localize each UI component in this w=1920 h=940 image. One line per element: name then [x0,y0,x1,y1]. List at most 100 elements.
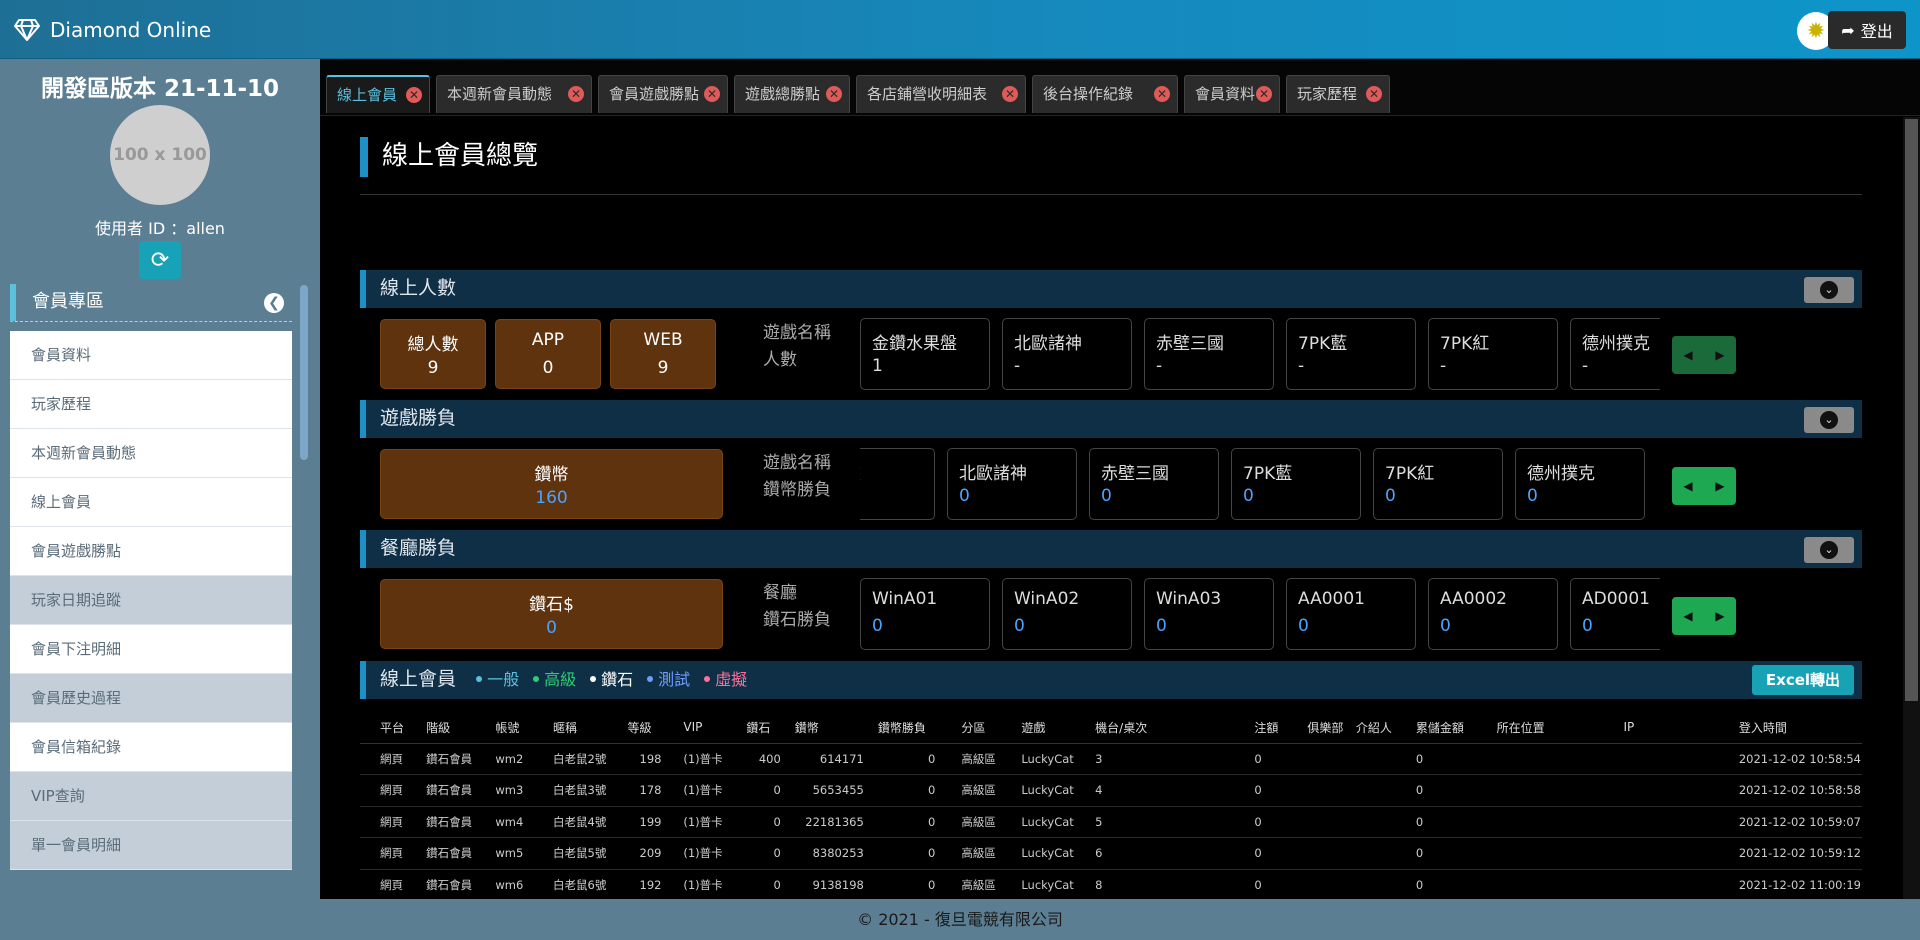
collapse-chevron-icon[interactable]: ❮ [264,293,284,313]
sidebar-section-member-area[interactable]: 會員專區 ❮ [10,284,292,322]
prev-arrow-icon[interactable]: ◀ [1672,467,1704,505]
close-icon[interactable]: ✕ [406,87,422,103]
tab-2[interactable]: 本週新會員動態 ✕ [436,75,592,113]
next-arrow-icon[interactable]: ▶ [1704,597,1736,635]
table-cell [1287,869,1336,899]
game-card[interactable]: 北歐諸神 - [1002,318,1132,390]
sidebar-item[interactable]: 會員歷史過程 [10,674,292,723]
game-card[interactable]: 德州撲克 0 [1515,448,1645,520]
tab-8[interactable]: 玩家歷程 ✕ [1286,75,1390,113]
game-card[interactable]: 德州撲克 - [1570,318,1660,390]
column-header[interactable]: 帳號 [475,712,534,744]
column-header[interactable]: 分區 [941,712,1002,744]
close-icon[interactable]: ✕ [568,86,584,102]
table-cell: 400 [738,743,787,775]
table-cell [1335,774,1396,807]
game-card[interactable]: WinA02 0 [1002,578,1132,650]
prev-arrow-icon[interactable]: ◀ [1672,336,1704,374]
column-header[interactable]: 遊戲 [1001,712,1076,744]
next-arrow-icon[interactable]: ▶ [1704,467,1736,505]
stat-box: 總人數 9 [380,319,486,389]
column-header[interactable]: 俱樂部 [1287,712,1343,744]
game-card[interactable]: 7PK藍 0 [1231,448,1361,520]
main-scrollbar-thumb[interactable] [1905,119,1918,701]
sidebar-item[interactable]: 線上會員 [10,478,292,527]
column-header[interactable]: 階級 [406,712,476,744]
game-card[interactable]: 7PK紅 - [1428,318,1558,390]
sidebar-item[interactable]: 玩家歷程 [10,380,292,429]
column-header[interactable]: 鑽幣勝負 [869,712,942,744]
column-header[interactable]: IP [1603,712,1719,744]
next-arrow-icon[interactable]: ▶ [1704,336,1736,374]
close-icon[interactable]: ✕ [1154,86,1170,102]
game-card[interactable]: AD0001 0 [1570,578,1660,650]
panel-header-game-winloss: 遊戲勝負 ⌄ [360,400,1862,438]
table-row[interactable]: 網頁 鑽石會員 wm5 白老鼠5號 209 (1)普卡 0 8380253 0 高級區 LuckyC… [360,837,1862,870]
table-cell: 高級區 [941,837,1002,870]
column-header[interactable]: 所在位置 [1476,712,1604,744]
panel-toggle-button[interactable]: ⌄ [1804,277,1854,303]
table-row[interactable]: 網頁 鑽石會員 wm3 白老鼠3號 178 (1)普卡 0 5653455 0 高級區 LuckyC… [360,774,1862,807]
table-row[interactable]: 網頁 鑽石會員 wm6 白老鼠6號 192 (1)普卡 0 9138198 0 高級區 LuckyC… [360,869,1862,899]
sidebar-item[interactable]: 會員資料 [10,331,292,380]
close-icon[interactable]: ✕ [704,86,720,102]
sidebar-item[interactable]: 會員信箱紀錄 [10,723,292,772]
sidebar-scrollbar[interactable] [300,285,308,460]
game-card[interactable]: WinA01 0 [860,578,990,650]
column-header[interactable]: 注額 [1234,712,1288,744]
column-header[interactable]: 鑽幣 [786,712,870,744]
panel-toggle-button[interactable]: ⌄ [1804,537,1854,563]
game-card[interactable]: 7PK紅 0 [1373,448,1503,520]
tab-7[interactable]: 會員資料 ✕ [1184,75,1280,113]
tab-4[interactable]: 遊戲總勝點 ✕ [734,75,850,113]
logout-button[interactable]: ➦ 登出 [1828,11,1906,49]
excel-export-button[interactable]: Excel轉出 [1752,665,1854,695]
row-label: 遊戲名稱 [763,323,831,343]
game-card[interactable]: 赤壁三國 - [1144,318,1274,390]
game-card[interactable]: 7PK藍 - [1286,318,1416,390]
tab-3[interactable]: 會員遊戲勝點 ✕ [598,75,728,113]
column-header[interactable]: 鑽石 [738,712,787,744]
game-card[interactable]: WinA03 0 [1144,578,1274,650]
panel-toggle-button[interactable]: ⌄ [1804,407,1854,433]
column-header[interactable]: 累儲金額 [1395,712,1477,744]
tab-1[interactable]: 線上會員 ✕ [326,75,430,113]
column-header[interactable]: 平台 [360,712,407,744]
brand[interactable]: Diamond Online [14,16,211,44]
column-header[interactable]: 等級 [619,712,664,744]
panel-title: 餐廳勝負 [380,537,457,559]
game-card[interactable]: AA0001 0 [1286,578,1416,650]
close-icon[interactable]: ✕ [1002,86,1018,102]
column-header[interactable]: VIP [663,712,739,744]
close-icon[interactable]: ✕ [1366,86,1382,102]
sidebar-item[interactable]: 本週新會員動態 [10,429,292,478]
game-card[interactable]: 赤壁三國 0 [1089,448,1219,520]
gear-icon: ✹ [1806,18,1826,44]
column-header[interactable]: 登入時間 [1718,712,1862,744]
tab-6[interactable]: 後台操作紀錄 ✕ [1032,75,1178,113]
column-header[interactable]: 暱稱 [533,712,620,744]
game-card[interactable]: AA0002 0 [1428,578,1558,650]
table-cell: 0 [869,869,942,899]
close-icon[interactable]: ✕ [1256,86,1272,102]
table-cell: 209 [619,837,664,870]
close-icon[interactable]: ✕ [826,86,842,102]
table-row[interactable]: 網頁 鑽石會員 wm2 白老鼠2號 198 (1)普卡 400 614171 0 高級區 Lucky… [360,743,1862,775]
sidebar-item[interactable]: 玩家日期追蹤 [10,576,292,625]
table-cell: 178 [619,774,664,807]
table-cell [1476,774,1604,807]
refresh-button[interactable]: ⟳ [139,241,181,279]
table-row[interactable]: 網頁 鑽石會員 wm4 白老鼠4號 199 (1)普卡 0 22181365 0 高級區 Lucky… [360,806,1862,838]
tab-5[interactable]: 各店鋪營收明細表 ✕ [856,75,1026,113]
game-card[interactable]: k果盤 [860,448,935,520]
game-card[interactable]: 北歐諸神 0 [947,448,1077,520]
prev-arrow-icon[interactable]: ◀ [1672,597,1704,635]
sidebar-item[interactable]: 會員遊戲勝點 [10,527,292,576]
column-header[interactable]: 介紹人 [1335,712,1396,744]
table-cell: 鑽石會員 [406,774,476,807]
sidebar-item[interactable]: 會員下注明細 [10,625,292,674]
column-header[interactable]: 機台/桌次 [1075,712,1235,744]
sidebar-item[interactable]: 單一會員明細 [10,821,292,870]
game-card[interactable]: 金鑽水果盤 1 [860,318,990,390]
sidebar-item[interactable]: VIP查詢 [10,772,292,821]
